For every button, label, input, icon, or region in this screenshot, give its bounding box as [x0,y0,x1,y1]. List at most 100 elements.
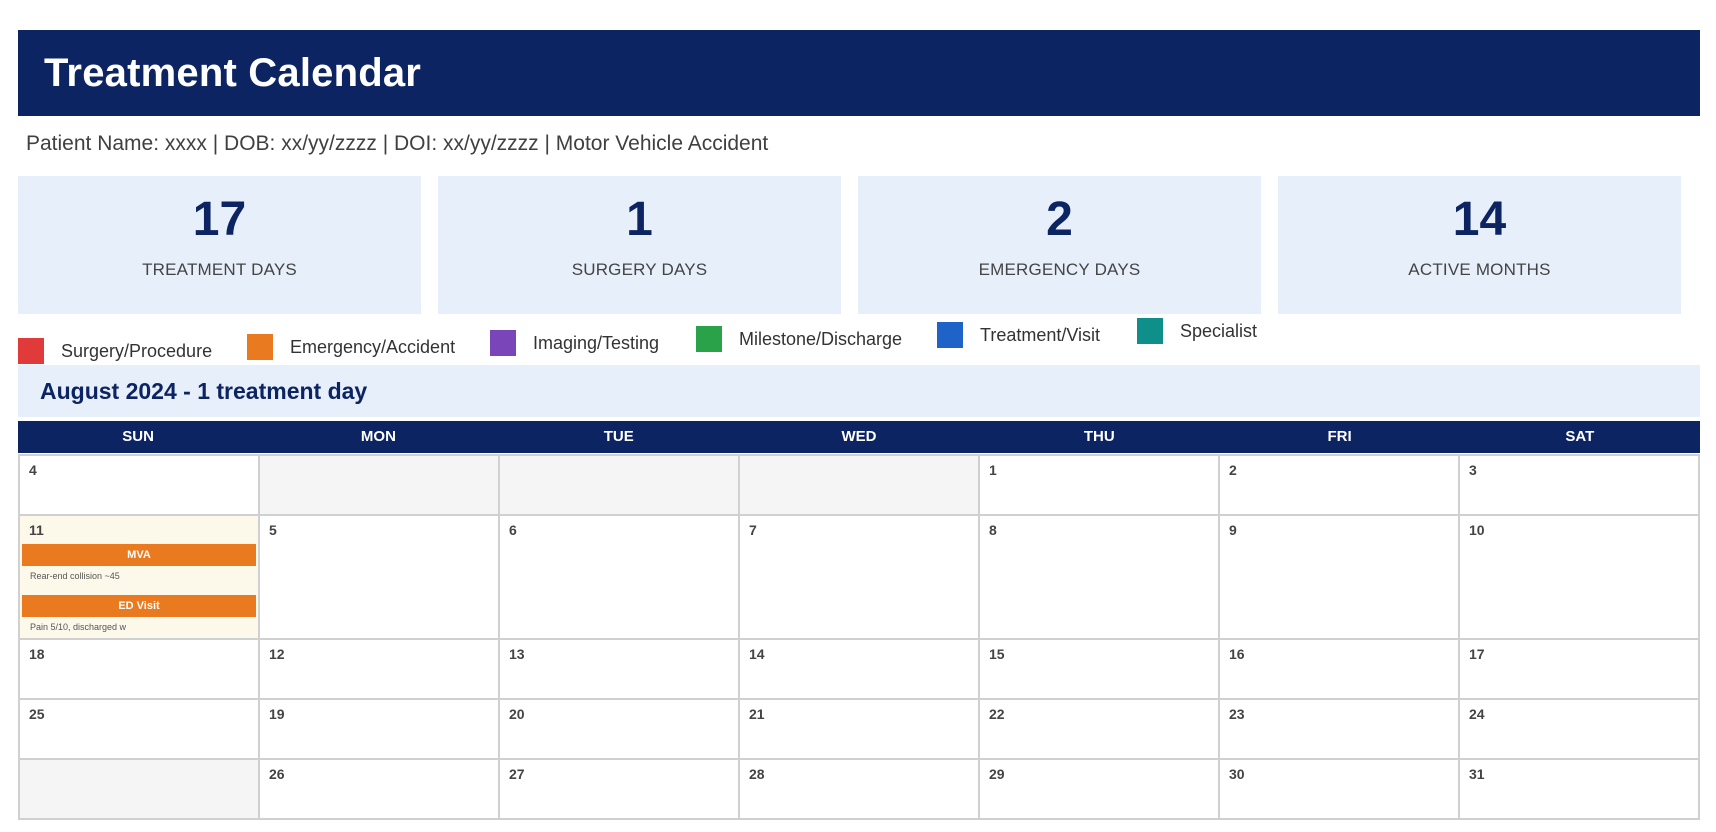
day-number: 8 [989,522,997,538]
calendar-week: 4 1 2 3 [20,456,1700,516]
day-number: 30 [1229,766,1245,782]
calendar-day[interactable]: 13 [500,640,740,700]
calendar-grid: 4 1 2 3 11 MVA Rear-end collision ~45 ED… [18,454,1700,820]
legend-label: Treatment/Visit [980,324,1101,345]
calendar-day[interactable]: 18 [20,640,260,700]
legend-swatch [937,322,963,348]
day-number: 9 [1229,522,1237,538]
day-number: 3 [1469,462,1477,478]
calendar-day[interactable]: 1 [980,456,1220,516]
calendar-day-empty [500,456,740,516]
event-note: Pain 5/10, discharged w [30,622,127,632]
calendar-day[interactable]: 23 [1220,700,1460,760]
calendar-day[interactable]: 22 [980,700,1220,760]
stat-value: 2 [1046,193,1073,246]
calendar-day[interactable]: 19 [260,700,500,760]
calendar-day[interactable]: 27 [500,760,740,820]
weekday-mon: MON [360,428,396,445]
legend-item-specialist: Specialist [1137,318,1257,344]
legend-swatch [247,334,273,360]
legend-label: Specialist [1180,320,1258,341]
calendar-day[interactable]: 3 [1460,456,1700,516]
day-number: 17 [1469,646,1485,662]
day-number: 6 [509,522,517,538]
day-number: 22 [989,706,1005,722]
calendar-day[interactable]: 15 [980,640,1220,700]
month-header: August 2024 - 1 treatment day [18,365,1700,417]
calendar-day[interactable]: 8 [980,516,1220,640]
stat-value: 14 [1452,193,1507,246]
calendar-week: 26 27 28 29 30 31 [20,760,1700,820]
calendar-day[interactable]: 28 [740,760,980,820]
legend: Surgery/Procedure Emergency/Accident Ima… [0,316,1300,366]
legend-label: Surgery/Procedure [61,340,213,361]
calendar-week: 25 19 20 21 22 23 24 [20,700,1700,760]
calendar-day[interactable]: 12 [260,640,500,700]
calendar-day[interactable]: 2 [1220,456,1460,516]
legend-swatch [696,326,722,352]
legend-swatch [1137,318,1163,344]
stats-row: 17 TREATMENT DAYS 1 SURGERY DAYS 2 EMERG… [18,176,1684,314]
stat-label: SURGERY DAYS [571,260,708,279]
calendar-day[interactable]: 4 [20,456,260,516]
calendar-day-with-events[interactable]: 11 MVA Rear-end collision ~45 ED Visit P… [20,516,260,640]
day-number: 12 [269,646,285,662]
calendar-week: 18 12 13 14 15 16 17 [20,640,1700,700]
calendar-day[interactable]: 29 [980,760,1220,820]
stat-label: TREATMENT DAYS [142,260,297,279]
calendar-day-empty [20,760,260,820]
calendar-day[interactable]: 24 [1460,700,1700,760]
stat-value: 17 [192,193,247,246]
legend-swatch [18,338,44,364]
day-number: 13 [509,646,525,662]
event-ed-visit[interactable]: ED Visit [22,595,256,617]
calendar-day[interactable]: 9 [1220,516,1460,640]
legend-item-treatment: Treatment/Visit [937,322,1100,348]
day-number: 21 [749,706,765,722]
patient-info: Patient Name: xxxx | DOB: xx/yy/zzzz | D… [26,132,769,155]
day-number: 4 [29,462,37,478]
day-number: 26 [269,766,285,782]
weekday-header-row: SUN MON TUE WED THU FRI SAT [18,421,1700,453]
legend-label: Emergency/Accident [290,336,456,357]
calendar-day[interactable]: 21 [740,700,980,760]
day-number: 14 [749,646,765,662]
calendar-day[interactable]: 5 [260,516,500,640]
weekday-tue: TUE [603,428,634,445]
calendar-day[interactable]: 30 [1220,760,1460,820]
calendar-day[interactable]: 14 [740,640,980,700]
calendar-day[interactable]: 16 [1220,640,1460,700]
day-number: 18 [29,646,45,662]
calendar-day[interactable]: 6 [500,516,740,640]
calendar-day[interactable]: 10 [1460,516,1700,640]
legend-label: Imaging/Testing [533,332,660,353]
calendar-day[interactable]: 26 [260,760,500,820]
calendar-week: 11 MVA Rear-end collision ~45 ED Visit P… [20,516,1700,640]
page-header: Treatment Calendar [18,30,1700,116]
day-number: 5 [269,522,277,538]
day-number: 1 [989,462,997,478]
day-number: 7 [749,522,757,538]
day-number: 24 [1469,706,1485,722]
day-number: 15 [989,646,1005,662]
calendar-day[interactable]: 25 [20,700,260,760]
event-note: Rear-end collision ~45 [30,571,120,581]
calendar-day[interactable]: 31 [1460,760,1700,820]
legend-item-milestone: Milestone/Discharge [696,326,902,352]
calendar-day[interactable]: 20 [500,700,740,760]
stat-value: 1 [626,193,653,246]
treatment-calendar-page: Treatment Calendar Patient Name: xxxx | … [0,0,1716,832]
stat-treatment-days: 17 TREATMENT DAYS [18,176,421,314]
calendar-day[interactable]: 7 [740,516,980,640]
day-number: 23 [1229,706,1245,722]
stat-emergency-days: 2 EMERGENCY DAYS [858,176,1261,314]
legend-item-surgery: Surgery/Procedure [18,338,212,364]
day-number: 25 [29,706,45,722]
legend-item-emergency: Emergency/Accident [247,334,455,360]
calendar-day[interactable]: 17 [1460,640,1700,700]
month-title: August 2024 - 1 treatment day [40,377,368,404]
legend-swatch [490,330,516,356]
event-mva[interactable]: MVA [22,544,256,566]
day-number: 20 [509,706,525,722]
weekday-thu: THU [1083,428,1115,445]
